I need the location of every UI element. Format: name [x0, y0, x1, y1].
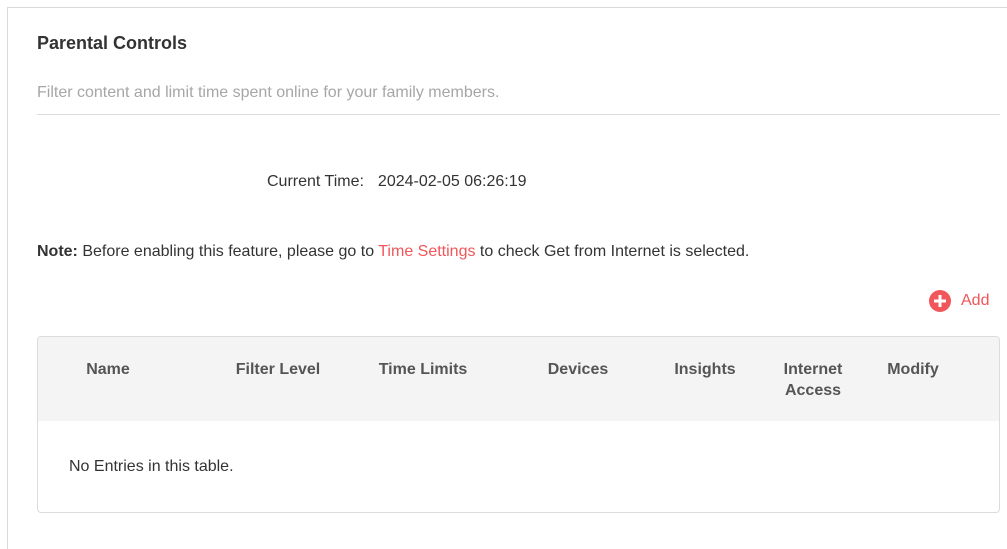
note-text-before: Before enabling this feature, please go …	[77, 243, 379, 260]
add-button-label: Add	[961, 292, 990, 309]
page-subtitle: Filter content and limit time spent onli…	[37, 84, 500, 101]
empty-table-message: No Entries in this table.	[69, 458, 234, 475]
table-header: Name Filter Level Time Limits Devices In…	[38, 337, 999, 421]
column-header-time-limits: Time Limits	[378, 361, 468, 378]
column-header-internet-access: Internet Access	[783, 361, 843, 399]
column-header-devices: Devices	[547, 361, 609, 378]
note-text: Note: Before enabling this feature, plea…	[37, 243, 749, 261]
column-header-filter-level: Filter Level	[235, 361, 321, 378]
column-header-insights: Insights	[674, 361, 736, 378]
current-time-label: Current Time:	[267, 173, 364, 190]
add-button[interactable]: Add	[929, 290, 989, 312]
column-header-modify: Modify	[887, 361, 939, 378]
note-text-after: to check Get from Internet is selected.	[475, 243, 750, 260]
note-prefix: Note:	[37, 243, 78, 260]
page-title: Parental Controls	[37, 33, 188, 53]
column-header-name: Name	[86, 361, 130, 378]
current-time-row: Current Time: 2024-02-05 06:26:19	[267, 173, 527, 191]
divider	[37, 114, 1000, 115]
plus-circle-icon	[929, 290, 951, 312]
time-settings-link[interactable]: Time Settings	[378, 243, 475, 260]
current-time-value: 2024-02-05 06:26:19	[377, 173, 527, 190]
parental-controls-table: Name Filter Level Time Limits Devices In…	[37, 336, 1000, 513]
